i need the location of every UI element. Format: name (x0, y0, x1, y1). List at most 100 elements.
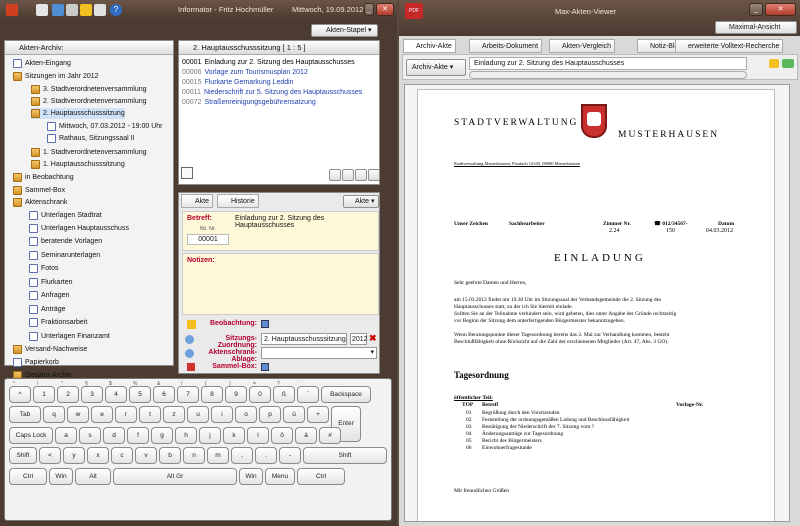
sitzung-field[interactable]: 2. Hauptausschusssitzung (261, 333, 347, 345)
clear-icon[interactable]: ✖ (369, 334, 377, 343)
first-button[interactable] (329, 169, 341, 181)
tree-item[interactable]: Unterlagen Stadtrat (29, 210, 102, 221)
list-item[interactable]: 00006 Vorlage zum Tourismusplan 2012 (182, 68, 308, 78)
tab-akte[interactable]: Akte (181, 194, 214, 208)
comment-icon[interactable] (769, 59, 779, 68)
close-button[interactable]: ✕ (765, 3, 796, 16)
print-icon[interactable] (66, 4, 78, 16)
list-item[interactable]: 00015 Flurkarte Gemarkung Leddin (182, 78, 294, 88)
save-icon[interactable] (52, 4, 64, 16)
tree-item[interactable]: 1. Stadtverordnetenversammlung (31, 147, 147, 158)
key[interactable]: Backspace (321, 386, 371, 403)
key[interactable]: - (279, 447, 301, 464)
tree-item[interactable]: Sitzungen im Jahr 2012 (13, 71, 99, 82)
key[interactable]: Alt (75, 468, 111, 485)
sammelbox-checkbox[interactable] (261, 363, 269, 371)
key[interactable]: Menu (265, 468, 295, 485)
key[interactable]: o (235, 406, 257, 423)
minimize-button[interactable]: _ (749, 3, 763, 16)
key[interactable]: z (163, 406, 185, 423)
tree-item[interactable]: Akten-Eingang (13, 58, 71, 69)
akten-stapel-button[interactable]: Akten-Stapel ▾ (311, 24, 378, 37)
key[interactable]: < (39, 447, 61, 464)
sitzung-year[interactable]: 2012 (350, 333, 368, 345)
tab-viewer[interactable]: Akten-Vergleich (549, 39, 616, 53)
key[interactable]: l (247, 427, 269, 444)
tree-item[interactable]: Mittwoch, 07.03.2012 - 19:00 Uhr (47, 121, 163, 132)
key[interactable]: + (307, 406, 329, 423)
close-button[interactable]: ✕ (376, 3, 394, 16)
home-icon[interactable] (36, 4, 48, 16)
key[interactable]: Win (49, 468, 73, 485)
key[interactable]: ^ (9, 386, 31, 403)
tree-item[interactable]: Fotos (29, 263, 59, 274)
key[interactable]: 6 (153, 386, 175, 403)
key[interactable]: 4 (105, 386, 127, 403)
key[interactable]: a (55, 427, 77, 444)
key[interactable]: s (79, 427, 101, 444)
key[interactable]: e (91, 406, 113, 423)
key[interactable]: u (187, 406, 209, 423)
key[interactable]: g (151, 427, 173, 444)
notizen-box[interactable]: Notizen: (182, 253, 379, 315)
key[interactable]: 9 (225, 386, 247, 403)
tab-historie[interactable]: Historie (217, 194, 259, 208)
tree-item[interactable]: Sammel-Box (13, 185, 65, 196)
key[interactable]: ü (283, 406, 305, 423)
key[interactable]: ö (271, 427, 293, 444)
maximal-button[interactable]: Maximal-Ansicht (715, 21, 797, 34)
beobachtung-checkbox[interactable] (261, 320, 269, 328)
key[interactable]: ß (273, 386, 295, 403)
tree-item[interactable]: Seminarunterlagen (29, 250, 100, 261)
key[interactable]: c (111, 447, 133, 464)
key[interactable]: h (175, 427, 197, 444)
tree-item[interactable]: Fraktionsarbeit (29, 317, 87, 328)
key[interactable]: 3 (81, 386, 103, 403)
last-button[interactable] (368, 169, 380, 181)
key[interactable]: Caps Lock (9, 427, 53, 444)
zoom-slider[interactable] (469, 71, 747, 79)
key[interactable]: 2 (57, 386, 79, 403)
prev-button[interactable] (342, 169, 354, 181)
key[interactable]: # (319, 427, 341, 444)
key[interactable]: d (103, 427, 125, 444)
key[interactable]: , (231, 447, 253, 464)
key[interactable]: Ctrl (297, 468, 345, 485)
search-icon[interactable] (181, 167, 193, 179)
key[interactable]: . (255, 447, 277, 464)
key[interactable]: Win (239, 468, 263, 485)
list-item[interactable]: 00072 Straßenreinigungsgebührensatzung (182, 98, 316, 108)
tools-icon[interactable] (94, 4, 106, 16)
next-doc-icon[interactable] (782, 59, 794, 68)
key[interactable]: r (115, 406, 137, 423)
minimize-button[interactable]: _ (364, 3, 374, 16)
search-icon[interactable] (185, 335, 194, 344)
key[interactable]: Ctrl (9, 468, 47, 485)
tree-item[interactable]: Anfragen (29, 290, 69, 301)
next-button[interactable] (355, 169, 367, 181)
key[interactable]: Tab (9, 406, 41, 423)
tree-item[interactable]: Unterlagen Hauptausschuss (29, 223, 129, 234)
key[interactable]: x (87, 447, 109, 464)
key[interactable]: 0 (249, 386, 271, 403)
key[interactable]: Shift (9, 447, 37, 464)
key[interactable]: Alt Gr (113, 468, 237, 485)
betreff-value[interactable]: Einladung zur 2. Sitzung des Hauptaussch… (235, 215, 378, 229)
tab-viewer[interactable]: Arbeits-Dokument (469, 39, 543, 53)
help-icon[interactable]: ? (110, 4, 122, 16)
aktenschrank-select[interactable]: ▾ (261, 347, 377, 359)
tree-item[interactable]: Papierkorb (13, 357, 59, 368)
key[interactable]: 1 (33, 386, 55, 403)
tree-item[interactable]: Versand-Nachweise (13, 344, 87, 355)
tree-item[interactable]: 1. Hauptausschusssitzung (31, 159, 125, 170)
key[interactable]: 7 (177, 386, 199, 403)
key[interactable]: 5 (129, 386, 151, 403)
tree-item[interactable]: beratende Vorlagen (29, 236, 102, 247)
list-item[interactable]: 00001 Einladung zur 2. Sitzung des Haupta… (182, 58, 355, 68)
key[interactable]: p (259, 406, 281, 423)
archiv-akte-dropdown[interactable]: Archiv-Akte ▾ (406, 59, 466, 76)
key[interactable]: v (135, 447, 157, 464)
key[interactable]: k (223, 427, 245, 444)
tree-item[interactable]: in Beobachtung (13, 172, 74, 183)
tree-item[interactable]: Unterlagen Finanzamt (29, 331, 110, 342)
